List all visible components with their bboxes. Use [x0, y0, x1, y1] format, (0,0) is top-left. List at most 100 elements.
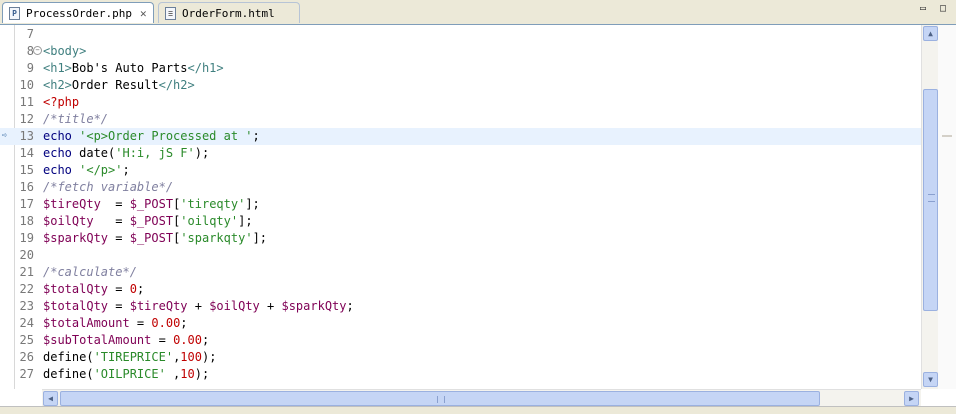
close-icon[interactable]: ✕ [140, 7, 147, 20]
line-source: $subTotalAmount = 0.00; [43, 332, 209, 349]
code-line[interactable]: 25 $subTotalAmount = 0.00; [0, 332, 921, 349]
code-token: </h2> [158, 78, 195, 92]
code-token: <h1> [43, 61, 72, 75]
vertical-scroll-thumb[interactable] [923, 89, 938, 311]
code-line[interactable]: 13 ➪ echo '<p>Order Processed at '; [0, 128, 921, 145]
code-line[interactable]: 11 <?php [0, 94, 921, 111]
line-number: 24 [19, 316, 34, 330]
minimize-button[interactable]: ▭ [916, 3, 930, 15]
code-token: /*title*/ [43, 112, 109, 126]
code-line[interactable]: 22 $totalQty = 0; [0, 281, 921, 298]
line-number: 22 [19, 282, 34, 296]
code-token: $totalQty [43, 299, 109, 313]
code-line[interactable]: 21 /*calculate*/ [0, 264, 921, 281]
code-token: define( [43, 367, 94, 381]
code-line[interactable]: 23 $totalQty = $tireQty + $oilQty + $spar… [0, 298, 921, 315]
code-token: ; [136, 282, 145, 296]
code-token: 0 [129, 282, 137, 296]
line-number: 21 [19, 265, 34, 279]
code-token: ; [201, 333, 210, 347]
maximize-button[interactable]: □ [936, 3, 950, 15]
line-source: $tireQty = $_POST['tireqty']; [43, 196, 260, 213]
line-source: define('OILPRICE' ,10); [43, 366, 209, 383]
code-line[interactable]: 8− <body> [0, 43, 921, 60]
line-number: 18 [19, 214, 34, 228]
code-token: = [108, 282, 130, 296]
code-token: 'tireqty' [180, 197, 246, 211]
code-token: echo [43, 146, 80, 160]
code-token: ); [201, 350, 217, 364]
horizontal-scroll-thumb[interactable] [60, 391, 820, 406]
code-token: = [93, 214, 130, 228]
code-line[interactable]: 12 /*title*/ [0, 111, 921, 128]
code-editor[interactable]: 7 8− <body> 9 <h1>Bob's Auto Parts</h1> 10 <h2… [0, 24, 956, 414]
code-token: ]; [245, 197, 260, 211]
code-token: 'oilqty' [180, 214, 239, 228]
code-token: $subTotalAmount [43, 333, 152, 347]
horizontal-scrollbar[interactable]: ◀ ▶ [42, 389, 921, 407]
overview-ruler[interactable] [938, 25, 956, 389]
code-line[interactable]: 10 <h2>Order Result</h2> [0, 77, 921, 94]
scroll-left-button[interactable]: ◀ [43, 391, 58, 406]
code-token: 'TIREPRICE' [93, 350, 174, 364]
code-line[interactable]: 26 define('TIREPRICE',100); [0, 349, 921, 366]
code-line[interactable]: 18 $oilQty = $_POST['oilqty']; [0, 213, 921, 230]
line-source: $oilQty = $_POST['oilqty']; [43, 213, 253, 230]
code-line[interactable]: 19 $sparkQty = $_POST['sparkqty']; [0, 230, 921, 247]
code-line[interactable]: 14 echo date('H:i, jS F'); [0, 145, 921, 162]
code-token: define( [43, 350, 94, 364]
code-token: '</p>' [79, 163, 123, 177]
html-file-icon: ≡ [165, 6, 176, 20]
code-line[interactable]: 9 <h1>Bob's Auto Parts</h1> [0, 60, 921, 77]
code-token: , [165, 367, 181, 381]
tab-processorder-php[interactable]: P ProcessOrder.php ✕ [2, 2, 154, 23]
code-token: $tireQty [43, 197, 101, 211]
code-token: = [108, 299, 130, 313]
code-token: + [259, 299, 282, 313]
code-line[interactable]: 15 echo '</p>'; [0, 162, 921, 179]
scroll-down-button[interactable]: ▼ [923, 372, 938, 387]
code-line[interactable]: 16 /*fetch variable*/ [0, 179, 921, 196]
line-number: 17 [19, 197, 34, 211]
code-token: ; [346, 299, 354, 313]
status-strip [0, 406, 956, 414]
code-token: </h1> [187, 61, 224, 75]
code-token: $sparkQty [43, 231, 109, 245]
code-line[interactable]: 27 define('OILPRICE' ,10); [0, 366, 921, 383]
code-token: = [108, 231, 130, 245]
grip-icon [437, 396, 445, 403]
line-number: 23 [19, 299, 34, 313]
tab-orderform-html[interactable]: ≡ OrderForm.html [158, 2, 300, 23]
overview-mark[interactable] [942, 135, 952, 137]
code-token: ; [122, 163, 130, 177]
line-source: <?php [43, 94, 79, 111]
code-token: $oilQty [209, 299, 260, 313]
code-token: ); [194, 146, 210, 160]
fold-toggle-icon[interactable]: − [33, 46, 42, 55]
line-source: define('TIREPRICE',100); [43, 349, 216, 366]
scroll-up-button[interactable]: ▲ [923, 26, 938, 41]
code-line[interactable]: 24 $totalAmount = 0.00; [0, 315, 921, 332]
code-token: <body> [43, 44, 87, 58]
code-token: $_POST [129, 231, 174, 245]
scroll-right-button[interactable]: ▶ [904, 391, 919, 406]
code-token: $oilQty [43, 214, 94, 228]
vertical-scrollbar[interactable]: ▲ ▼ [921, 25, 939, 389]
line-number: 25 [19, 333, 34, 347]
line-number: 13 [19, 129, 34, 143]
code-line[interactable]: 17 $tireQty = $_POST['tireqty']; [0, 196, 921, 213]
line-number: 19 [19, 231, 34, 245]
code-token: = [151, 333, 174, 347]
code-token: ; [252, 129, 260, 143]
line-source: <body> [43, 43, 86, 60]
code-line[interactable]: 7 [0, 26, 921, 43]
line-number: 12 [19, 112, 34, 126]
editor-tab-bar: P ProcessOrder.php ✕ ≡ OrderForm.html ▭ … [0, 0, 956, 25]
php-file-icon: P [9, 6, 20, 20]
code-area[interactable]: 7 8− <body> 9 <h1>Bob's Auto Parts</h1> 10 <h2… [0, 25, 921, 389]
code-line[interactable]: 20 [0, 247, 921, 264]
code-token: 'H:i, jS F' [115, 146, 195, 160]
code-token: '<p>Order Processed at ' [79, 129, 253, 143]
line-number: 11 [19, 95, 34, 109]
line-source: /*title*/ [43, 111, 108, 128]
